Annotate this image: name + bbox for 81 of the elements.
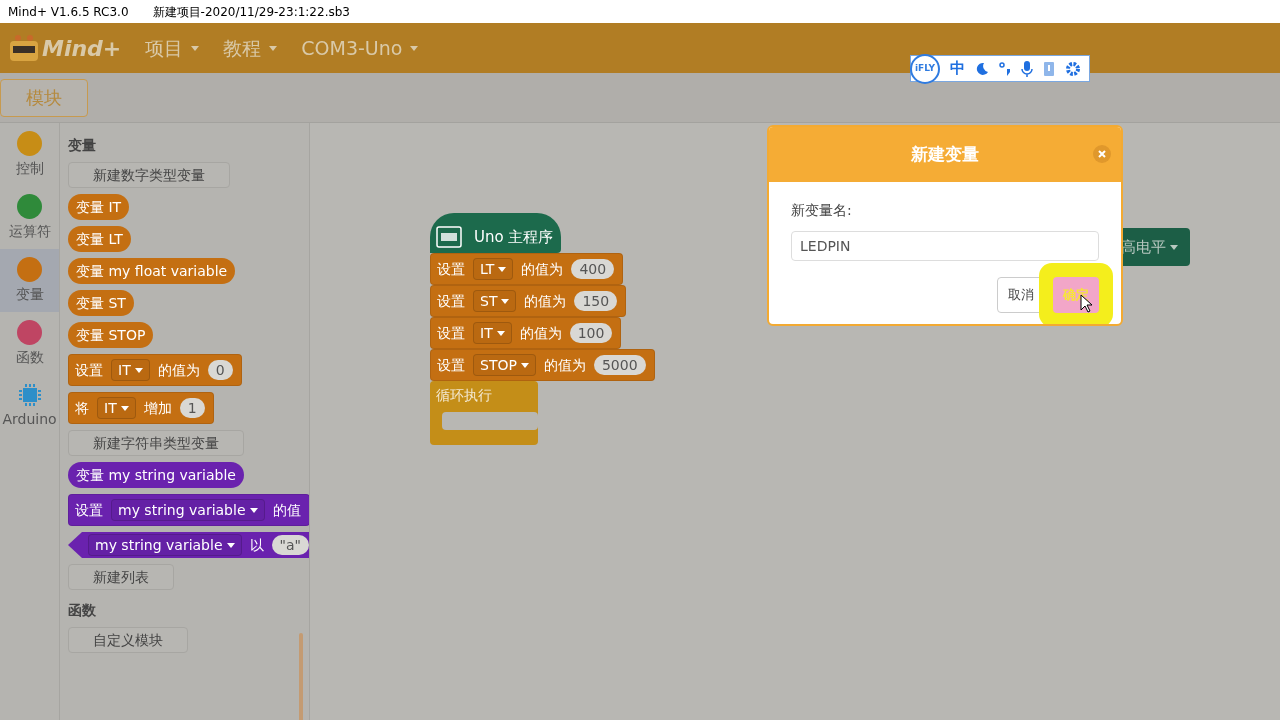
command-block[interactable]: 设置 ST 的值为 150 bbox=[430, 285, 627, 317]
block-input[interactable]: 0 bbox=[207, 360, 233, 380]
block-dropdown[interactable]: my string variable bbox=[88, 534, 242, 556]
block-label: 将 bbox=[75, 398, 89, 418]
block-dropdown[interactable]: my string variable bbox=[111, 499, 265, 521]
block-input[interactable]: "a" bbox=[271, 535, 309, 555]
section-heading: 函数 bbox=[68, 601, 97, 620]
block-input[interactable]: 1 bbox=[179, 398, 205, 418]
block-dropdown[interactable]: IT bbox=[473, 322, 512, 344]
caret-icon bbox=[410, 45, 419, 51]
caret-icon bbox=[496, 330, 505, 336]
command-block[interactable]: 将 IT 增加 1 bbox=[68, 392, 214, 424]
block-input[interactable]: 5000 bbox=[593, 355, 646, 375]
create-button[interactable]: 新建列表 bbox=[68, 564, 174, 590]
close-button[interactable] bbox=[1093, 145, 1111, 163]
caret-icon bbox=[1170, 244, 1178, 250]
caret-icon bbox=[226, 542, 235, 548]
caret-icon bbox=[498, 266, 507, 272]
microphone-icon[interactable] bbox=[1021, 60, 1033, 77]
block-label: 设置 bbox=[437, 259, 465, 279]
caret-icon bbox=[120, 405, 129, 411]
variable-block[interactable]: 变量 my float variable bbox=[68, 258, 236, 284]
logo: Mind+ bbox=[8, 31, 122, 65]
variable-block[interactable]: 变量 my string variable bbox=[68, 462, 244, 488]
block-dropdown[interactable]: STOP bbox=[473, 354, 536, 376]
field-label: 新变量名: bbox=[791, 201, 853, 220]
block-label: 的值为 bbox=[157, 360, 200, 380]
block-dropdown[interactable]: IT bbox=[111, 359, 150, 381]
block-dropdown[interactable]: LT bbox=[473, 258, 514, 280]
create-button[interactable]: 新建字符串类型变量 bbox=[68, 430, 244, 456]
name-field[interactable]: LEDPIN bbox=[791, 231, 1099, 261]
variable-block[interactable]: 变量 STOP bbox=[68, 322, 154, 348]
hat-block[interactable]: Uno 主程序 bbox=[430, 213, 562, 253]
block-label: 增加 bbox=[143, 398, 172, 418]
ime-badge[interactable]: iFLY bbox=[910, 53, 940, 84]
command-block[interactable]: 设置 STOP 的值为 5000 bbox=[430, 349, 655, 381]
create-button[interactable]: 新建数字类型变量 bbox=[68, 162, 230, 188]
board-icon bbox=[436, 226, 462, 248]
create-button[interactable]: 自定义模块 bbox=[68, 627, 188, 653]
scrollbar[interactable] bbox=[299, 633, 303, 720]
block-input[interactable]: 100 bbox=[569, 323, 613, 343]
block-label: 的值为 bbox=[519, 323, 562, 343]
punctuation-icon[interactable] bbox=[999, 61, 1011, 76]
caret-icon bbox=[501, 298, 510, 304]
block-label: 设置 bbox=[437, 323, 465, 343]
close-icon bbox=[1098, 150, 1106, 158]
app-title: Mind+ V1.6.5 RC3.0 bbox=[8, 3, 129, 21]
caret-icon bbox=[134, 367, 143, 373]
block-input[interactable]: 150 bbox=[574, 291, 618, 311]
variable-block[interactable]: 变量 LT bbox=[68, 226, 131, 252]
moon-icon[interactable] bbox=[975, 61, 989, 76]
block-dropdown[interactable]: ST bbox=[473, 290, 517, 312]
variable-block[interactable]: 变量 IT bbox=[68, 194, 130, 220]
settings-icon[interactable] bbox=[1065, 60, 1081, 77]
command-block[interactable]: 设置 LT 的值为 400 bbox=[430, 253, 624, 285]
caret-icon bbox=[520, 362, 529, 368]
section-heading: 变量 bbox=[68, 136, 97, 155]
command-block[interactable]: 设置 IT 的值为 100 bbox=[430, 317, 622, 349]
block-label: 的值为 bbox=[524, 291, 567, 311]
block-label: 设置 bbox=[437, 355, 465, 375]
block-label: 的值 bbox=[272, 500, 301, 520]
reporter-block[interactable]: my string variable 以 "a" bbox=[68, 532, 309, 558]
file-title: 新建项目-2020/11/29-23:1:22.sb3 bbox=[152, 3, 350, 21]
command-block[interactable]: 设置 IT 的值为 0 bbox=[68, 354, 242, 386]
dialog-title: 新建变量 bbox=[911, 142, 979, 166]
command-block[interactable]: 设置 my string variable 的值 bbox=[68, 494, 309, 526]
caret-icon bbox=[269, 45, 278, 51]
block-label: 设置 bbox=[437, 291, 465, 311]
ime-mode[interactable]: 中 bbox=[950, 57, 965, 80]
variable-block[interactable]: 变量 ST bbox=[68, 290, 134, 316]
caret-icon bbox=[191, 45, 200, 51]
block-label: 的值为 bbox=[543, 355, 586, 375]
block-label: 的值为 bbox=[521, 259, 564, 279]
category-item[interactable]: 变量 bbox=[0, 249, 59, 312]
block-input[interactable]: 400 bbox=[571, 259, 615, 279]
block-dropdown[interactable]: IT bbox=[97, 397, 136, 419]
block-label: 设置 bbox=[75, 500, 103, 520]
block-label: 以 bbox=[249, 535, 264, 555]
block-label: 设置 bbox=[75, 360, 103, 380]
caret-icon bbox=[249, 507, 258, 513]
robot-icon bbox=[8, 34, 40, 62]
